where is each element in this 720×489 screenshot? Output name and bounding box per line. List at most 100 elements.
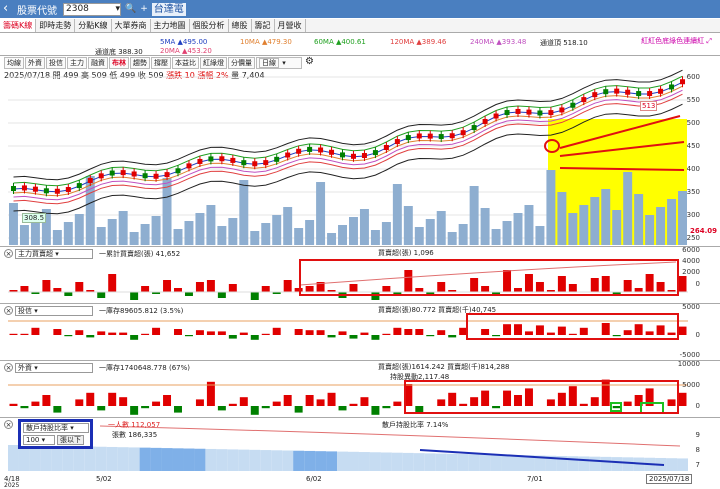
candle-body <box>449 133 455 139</box>
holders-bar <box>216 449 228 471</box>
date-label: 6/02 <box>306 475 322 483</box>
volume-bar <box>480 208 490 245</box>
volume-bar <box>74 214 84 245</box>
holders-filter-value: 100 <box>26 436 40 444</box>
close-icon[interactable]: × <box>4 363 13 372</box>
foreign-bar <box>195 399 204 406</box>
volume-bar <box>173 229 183 245</box>
close-icon[interactable]: × <box>4 249 13 258</box>
holders-bar <box>62 446 74 471</box>
volume-bar <box>491 229 501 245</box>
holders-bar <box>282 450 294 471</box>
volume-bar <box>239 180 249 245</box>
foreign-bar <box>239 397 248 406</box>
volume-bar <box>19 225 29 245</box>
candle-body <box>164 172 170 178</box>
volume-bar <box>414 227 424 245</box>
holders-bar <box>117 447 129 471</box>
foreign-bar <box>42 395 51 406</box>
trust-bar <box>448 335 457 338</box>
trust-bar <box>437 330 446 335</box>
main-force-bar <box>283 280 292 292</box>
foreign-bar <box>338 406 347 411</box>
candle-body <box>21 185 27 191</box>
holders-bar <box>73 446 85 471</box>
holders-bar <box>457 454 469 471</box>
volume-bar <box>63 222 73 245</box>
volume-bar <box>359 209 369 245</box>
holders-select[interactable]: 散戶持股比率 ▾ <box>23 423 89 433</box>
trust-bar <box>20 333 29 335</box>
foreign-bar <box>228 403 237 406</box>
volume-bar <box>513 213 523 245</box>
divider <box>0 360 720 361</box>
holders-bar <box>29 445 41 471</box>
holders-filter-select[interactable]: 100 ▾ <box>23 435 55 445</box>
trust-bar <box>152 327 161 335</box>
candle-body <box>625 89 631 95</box>
volume-bar <box>546 170 556 245</box>
volume-bar <box>623 172 633 245</box>
holders-bar <box>512 455 524 471</box>
holders-filter-button[interactable]: 張以下 <box>57 435 84 445</box>
holders-bar <box>337 451 348 471</box>
holders-tick: 9 <box>695 431 700 439</box>
main-force-bar <box>261 286 270 292</box>
foreign-bar <box>316 399 325 406</box>
trust-bar <box>338 331 347 335</box>
candle-body <box>98 173 104 179</box>
candle-body <box>405 135 411 141</box>
volume-bar <box>667 199 677 245</box>
trust-bar <box>86 335 95 338</box>
close-icon[interactable]: × <box>4 306 13 315</box>
volume-bar <box>458 224 468 245</box>
close-icon[interactable]: × <box>4 420 13 429</box>
last-value: 264.09 <box>690 227 718 235</box>
foreign-bar <box>130 406 139 415</box>
volume-bar <box>469 186 479 245</box>
candle-body <box>427 133 433 139</box>
divider <box>0 303 720 304</box>
candle-body <box>559 107 565 113</box>
mf-tick: 0 <box>695 280 700 288</box>
foreign-bar <box>371 406 380 415</box>
main-force-bar <box>42 280 51 292</box>
price-tick: 300 <box>686 211 700 219</box>
candle-body <box>515 108 521 114</box>
holders-bar <box>51 445 63 471</box>
trust-bar <box>217 331 226 335</box>
holders-bar <box>589 456 601 471</box>
holders-bar <box>128 447 140 471</box>
candle-body <box>482 118 488 124</box>
holders-bar <box>380 452 392 471</box>
main-force-bar <box>228 284 237 292</box>
foreign-bar <box>20 406 29 409</box>
trust-bar <box>195 330 204 335</box>
candle-body <box>372 150 378 156</box>
volume-bar <box>535 226 545 245</box>
candle-body <box>329 149 335 155</box>
trust-select[interactable]: 投信 ▾ <box>15 305 93 316</box>
annotation-red-box <box>299 259 679 296</box>
candle-body <box>109 170 115 176</box>
main-force-bar <box>64 292 73 296</box>
candle-body <box>241 160 247 166</box>
volume-bar <box>436 211 446 245</box>
trust-bar <box>426 335 435 337</box>
low-marker: 308.5 <box>22 213 47 223</box>
candle-body <box>581 97 587 103</box>
volume-bar <box>447 232 457 245</box>
main-force-select[interactable]: 主力買賣超 ▾ <box>15 248 93 259</box>
candle-body <box>614 88 620 94</box>
trust-bar <box>250 335 259 340</box>
foreign-select-value: 外資 <box>18 363 32 372</box>
trust-bar <box>316 330 325 335</box>
price-chart[interactable] <box>0 0 720 488</box>
volume-bar <box>392 184 402 245</box>
volume-bar <box>590 197 600 245</box>
foreign-select[interactable]: 外資 ▾ <box>15 362 93 373</box>
holders-bar <box>139 447 151 471</box>
volume-bar <box>403 206 413 245</box>
volume-bar <box>151 216 161 245</box>
holders-bar <box>479 454 491 471</box>
